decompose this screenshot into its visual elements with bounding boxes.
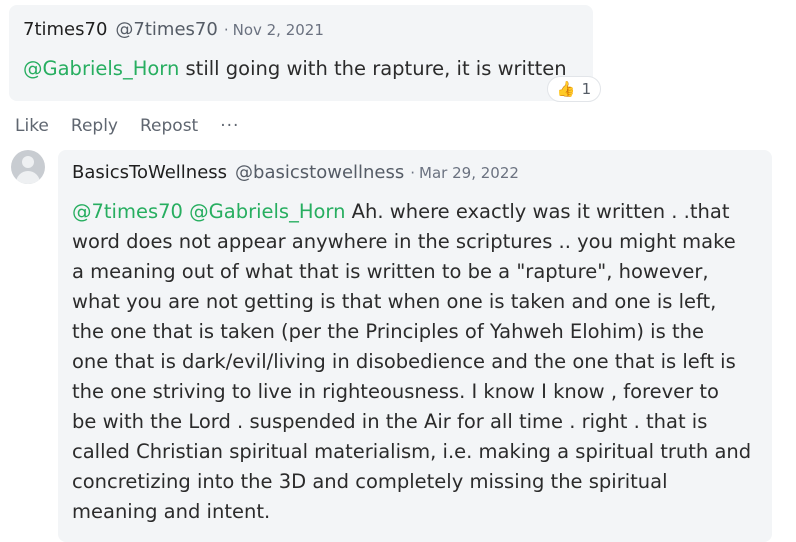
- author-name[interactable]: 7times70: [23, 19, 107, 40]
- author-handle[interactable]: @7times70: [115, 19, 217, 40]
- mention-link[interactable]: @Gabriels_Horn: [23, 57, 179, 80]
- comment-line: the one striving to live in righteousnes…: [72, 380, 719, 403]
- comment-text: @Gabriels_Horn still going with the rapt…: [23, 54, 567, 84]
- comment-line: concretizing into the 3D and completely …: [72, 470, 668, 493]
- author-handle[interactable]: @basicstowellness: [235, 162, 404, 183]
- comment-line-text: Ah. where exactly was it written . .that: [345, 200, 730, 223]
- comment-date[interactable]: Mar 29, 2022: [419, 164, 519, 182]
- comment-header: 7times70 @7times70 · Nov 2, 2021: [23, 19, 324, 41]
- avatar-head-shape: [22, 156, 34, 168]
- comment-text-content: still going with the rapture, it is writ…: [179, 57, 567, 80]
- comment-line: word does not appear anywhere in the scr…: [72, 230, 736, 253]
- comment-line: a meaning out of what that is written to…: [72, 260, 709, 283]
- like-button[interactable]: Like: [15, 116, 49, 136]
- comment-line: the one that is taken (per the Principle…: [72, 320, 704, 343]
- reaction-count: 1: [581, 80, 592, 98]
- avatar-shoulders-shape: [16, 171, 40, 184]
- user-avatar-icon[interactable]: [11, 150, 45, 184]
- mention-link[interactable]: @7times70: [72, 200, 183, 223]
- reply-button[interactable]: Reply: [71, 116, 118, 136]
- comment-date[interactable]: Nov 2, 2021: [233, 21, 324, 39]
- separator-dot: ·: [410, 164, 416, 182]
- thumbs-up-icon: 👍: [556, 80, 576, 98]
- comment-header: BasicsToWellness @basicstowellness · Mar 29…: [72, 162, 519, 184]
- comment-line: what you are not getting is that when on…: [72, 290, 717, 313]
- mention-link[interactable]: @Gabriels_Horn: [189, 200, 345, 223]
- comment-bubble-basicstowellness: BasicsToWellness @basicstowellness · Mar 29…: [58, 150, 772, 542]
- comment-line: called Christian spiritual materialism, …: [72, 440, 752, 463]
- comment-line: one that is dark/evil/living in disobedi…: [72, 350, 736, 373]
- comment-line: meaning and intent.: [72, 500, 271, 523]
- author-name[interactable]: BasicsToWellness: [72, 162, 227, 183]
- separator-dot: ·: [223, 21, 229, 39]
- comment-text: @7times70 @Gabriels_Horn Ah. where exact…: [72, 197, 768, 527]
- comment-bubble-7times70: 7times70 @7times70 · Nov 2, 2021 @Gabriels_…: [9, 5, 593, 101]
- reaction-badge[interactable]: 👍 1: [547, 76, 601, 102]
- repost-button[interactable]: Repost: [140, 116, 198, 136]
- comment-actions: Like Reply Repost ···: [15, 114, 239, 138]
- comment-line: @7times70 @Gabriels_Horn Ah. where exact…: [72, 197, 768, 227]
- more-options-icon[interactable]: ···: [220, 116, 239, 136]
- comment-line: be with the Lord . suspended in the Air …: [72, 410, 708, 433]
